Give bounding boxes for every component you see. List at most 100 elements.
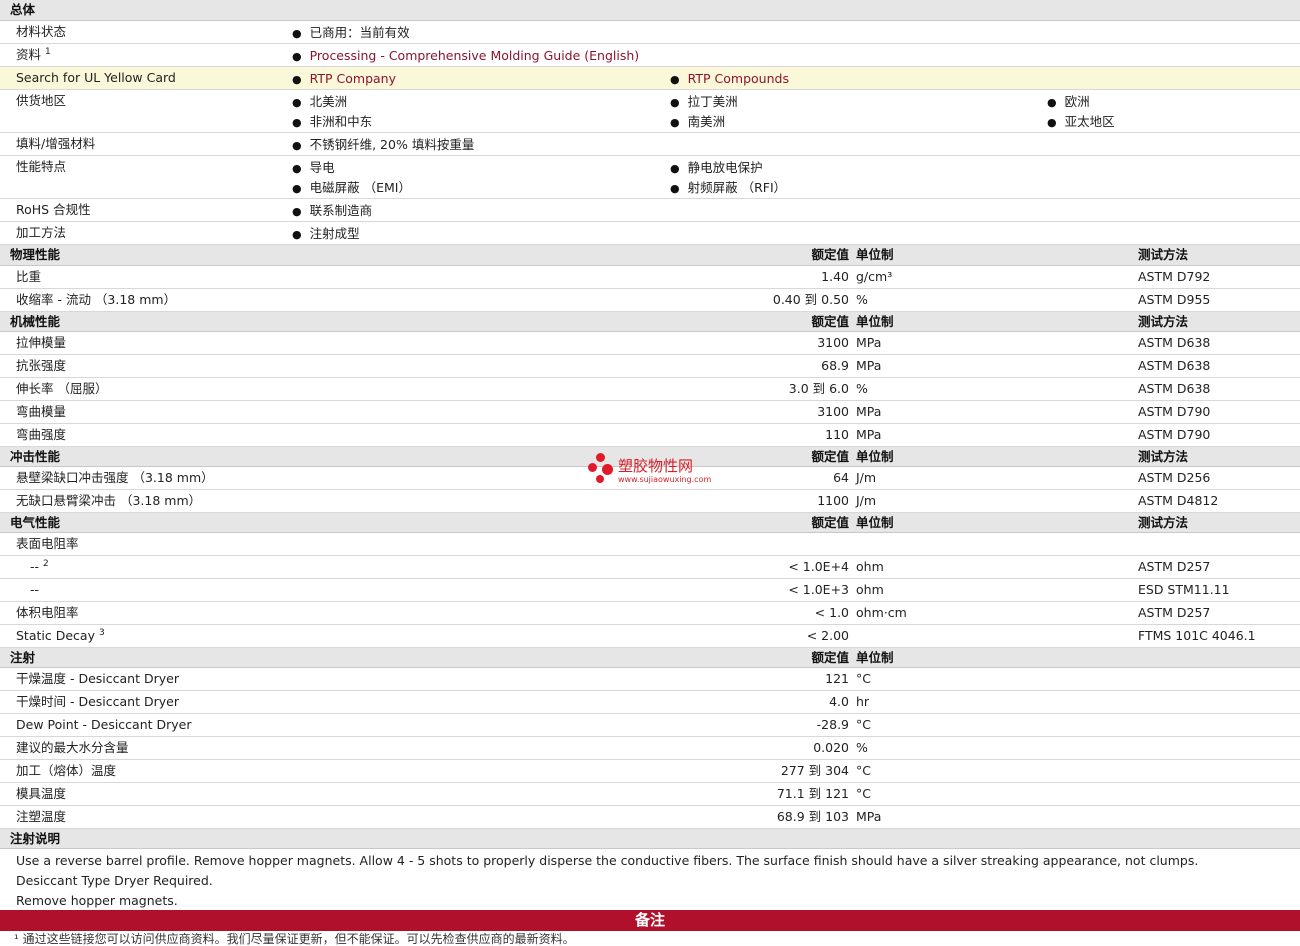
footnote: ¹ 通过这些链接您可以访问供应商资料。我们尽量保证更新，但不能保证。可以先检查供… [14, 932, 575, 946]
table-row: 注塑温度 68.9 到 103 MPa [0, 806, 1300, 829]
section-title: 机械性能 [10, 314, 61, 329]
property-test: ASTM D790 [1138, 404, 1211, 419]
col-unit: 单位制 [856, 247, 894, 262]
property-label: 加工方法 [16, 225, 67, 240]
table-row: 比重 1.40 g/cm³ ASTM D792 [0, 266, 1300, 289]
list-item: ● 导电 [292, 160, 335, 175]
col-nominal: 额定值 [811, 515, 849, 530]
property-value: 3.0 到 6.0 [788, 381, 849, 396]
notes-bar: 备注 [0, 910, 1300, 931]
table-row: Dew Point - Desiccant Dryer -28.9 °C [0, 714, 1300, 737]
property-unit: °C [856, 671, 871, 686]
property-value: 0.020 [813, 740, 849, 755]
property-test: ASTM D792 [1138, 269, 1211, 284]
list-item: ● 欧洲 [1047, 94, 1090, 109]
list-item[interactable]: ● Processing - Comprehensive Molding Guid… [292, 48, 639, 64]
row-regions: 供货地区 ● 北美洲 ● 拉丁美洲 ● 欧洲 ● 非洲和中东 ● 南美洲 ● 亚太地区 [0, 90, 1300, 133]
table-row: 拉伸模量 3100 MPa ASTM D638 [0, 332, 1300, 355]
property-value: 3100 [817, 335, 849, 350]
table-row: 建议的最大水分含量 0.020 % [0, 737, 1300, 760]
property-label: 填料/增强材料 [16, 136, 96, 151]
property-test: ASTM D638 [1138, 335, 1211, 350]
property-value: 4.0 [829, 694, 849, 709]
col-nominal: 额定值 [811, 247, 849, 262]
property-name: 收缩率 - 流动 （3.18 mm） [16, 292, 177, 307]
property-unit: MPa [856, 358, 882, 373]
bullet-icon: ● [670, 73, 680, 86]
property-name: 干燥时间 - Desiccant Dryer [16, 694, 179, 709]
bullet-icon: ● [292, 50, 302, 63]
table-row: 体积电阻率 < 1.0 ohm·cm ASTM D257 [0, 602, 1300, 625]
table-row: 干燥温度 - Desiccant Dryer 121 °C [0, 668, 1300, 691]
property-test: ASTM D790 [1138, 427, 1211, 442]
property-value: 68.9 [821, 358, 849, 373]
list-item: ● 非洲和中东 [292, 114, 373, 129]
property-name: 弯曲模量 [16, 404, 67, 419]
bullet-icon: ● [670, 162, 680, 175]
table-row: -- < 1.0E+3 ohm ESD STM11.11 [0, 579, 1300, 602]
table-row: 模具温度 71.1 到 121 °C [0, 783, 1300, 806]
property-value: 1100 [817, 493, 849, 508]
bullet-icon: ● [670, 116, 680, 129]
property-value: -28.9 [816, 717, 849, 732]
col-nominal: 额定值 [811, 650, 849, 665]
property-unit: °C [856, 763, 871, 778]
col-unit: 单位制 [856, 314, 894, 329]
property-value: 68.9 到 103 [776, 809, 849, 824]
property-name: 伸长率 （屈服） [16, 381, 108, 396]
col-test: 测试方法 [1138, 314, 1189, 329]
property-name: -- 2 [30, 558, 49, 574]
list-item: ● 南美洲 [670, 114, 726, 129]
property-name: 注塑温度 [16, 809, 67, 824]
table-row: 收缩率 - 流动 （3.18 mm） 0.40 到 0.50 % ASTM D9… [0, 289, 1300, 312]
row-features: 性能特点 ● 导电 ● 静电放电保护 ● 电磁屏蔽 （EMI） ● 射频屏蔽 （RFI） [0, 156, 1300, 199]
property-name: 悬壁梁缺口冲击强度 （3.18 mm） [16, 470, 214, 485]
property-value: < 1.0E+3 [788, 582, 849, 597]
row-rohs: RoHS 合规性 ● 联系制造商 [0, 199, 1300, 222]
property-unit: J/m [856, 493, 877, 508]
property-value: 0.40 到 0.50 [772, 292, 849, 307]
property-name: -- [30, 582, 40, 597]
property-name: 干燥温度 - Desiccant Dryer [16, 671, 179, 686]
list-item: ● 已商用：当前有效 [292, 25, 410, 40]
list-item[interactable]: ● RTP Company [292, 71, 396, 87]
note-line: Remove hopper magnets. [16, 893, 178, 908]
section-title: 注射说明 [10, 831, 61, 846]
property-unit: MPa [856, 809, 882, 824]
property-unit: % [856, 381, 868, 396]
table-row: 伸长率 （屈服） 3.0 到 6.0 % ASTM D638 [0, 378, 1300, 401]
section-physical-header: 物理性能 额定值 单位制 测试方法 [0, 245, 1300, 266]
bullet-icon: ● [292, 73, 302, 86]
bullet-icon: ● [292, 139, 302, 152]
list-item: ● 注射成型 [292, 226, 360, 241]
property-value: < 1.0E+4 [788, 559, 849, 574]
property-value: 110 [825, 427, 849, 442]
property-unit: % [856, 740, 868, 755]
list-item: ● 射频屏蔽 （RFI） [670, 180, 787, 195]
row-ul-yellow-card: Search for UL Yellow Card ● RTP Company ●… [0, 67, 1300, 90]
col-unit: 单位制 [856, 515, 894, 530]
property-test: FTMS 101C 4046.1 [1138, 628, 1256, 643]
doc-link[interactable]: Processing - Comprehensive Molding Guide… [310, 48, 640, 63]
property-unit: % [856, 292, 868, 307]
list-item[interactable]: ● RTP Compounds [670, 71, 789, 87]
col-unit: 单位制 [856, 449, 894, 464]
row-material-status: 材料状态 ● 已商用：当前有效 [0, 21, 1300, 44]
property-name: Static Decay 3 [16, 627, 105, 643]
section-injection-notes-header: 注射说明 [0, 829, 1300, 849]
property-test: ASTM D955 [1138, 292, 1211, 307]
table-row: 无缺口悬臂梁冲击 （3.18 mm） 1100 J/m ASTM D4812 [0, 490, 1300, 513]
rtp-company-link[interactable]: RTP Company [310, 71, 396, 86]
rtp-compounds-link[interactable]: RTP Compounds [688, 71, 789, 86]
table-row: 弯曲模量 3100 MPa ASTM D790 [0, 401, 1300, 424]
property-test: ASTM D638 [1138, 358, 1211, 373]
property-unit: MPa [856, 427, 882, 442]
col-nominal: 额定值 [811, 314, 849, 329]
bullet-icon: ● [292, 162, 302, 175]
property-label: Search for UL Yellow Card [16, 70, 176, 85]
bullet-icon: ● [670, 96, 680, 109]
property-name: 比重 [16, 269, 42, 284]
section-electrical-header: 电气性能 额定值 单位制 测试方法 [0, 513, 1300, 533]
list-item: ● 亚太地区 [1047, 114, 1115, 129]
property-unit: ohm·cm [856, 605, 907, 620]
